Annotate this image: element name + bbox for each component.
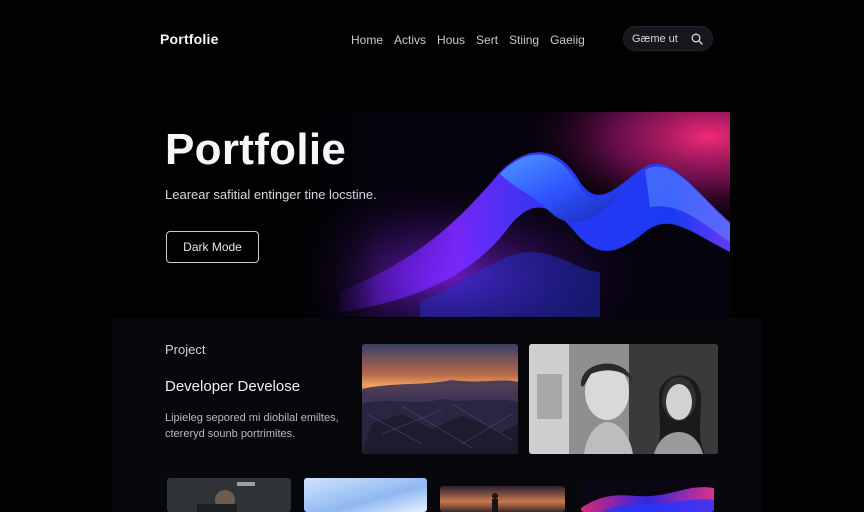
neon-wave-image — [581, 478, 714, 512]
project-card-landscape[interactable] — [362, 344, 518, 454]
project-label: Project — [165, 342, 206, 357]
nav-item-sert[interactable]: Sert — [476, 33, 498, 47]
project-heading: Developer Develose — [165, 378, 301, 395]
abstract-light-image — [304, 478, 427, 512]
nav-item-activs[interactable]: Activs — [394, 33, 426, 47]
nav-item-gaeiig[interactable]: Gaeiig — [550, 33, 585, 47]
main-nav: Home Activs Hous Sert Stiing Gaeiig — [351, 33, 596, 47]
hero-title: Portfolie — [165, 125, 347, 174]
dark-mode-button[interactable]: Dark Mode — [166, 231, 259, 263]
search-box — [623, 26, 713, 51]
hero-subtitle: Learear safitial entinger tine locstine. — [165, 187, 377, 202]
nav-item-home[interactable]: Home — [351, 33, 383, 47]
thumbnail-abstract-light[interactable] — [304, 478, 427, 512]
nav-item-hous[interactable]: Hous — [437, 33, 465, 47]
portfolio-page: Portfolie Home Activs Hous Sert Stiing G… — [0, 0, 864, 512]
workspace-image — [167, 478, 291, 512]
thumbnail-sunset-figure[interactable] — [440, 486, 565, 512]
project-description: Lipieleg sepored mi diobilal emiltes, ct… — [165, 412, 339, 440]
project-card-portraits[interactable] — [529, 344, 718, 454]
search-icon[interactable] — [690, 32, 704, 46]
landscape-image — [362, 344, 518, 454]
sunset-figure-image — [440, 486, 565, 512]
hero-wave-image — [300, 112, 730, 317]
portraits-image — [529, 344, 718, 454]
thumbnail-workspace[interactable] — [167, 478, 291, 512]
nav-item-stiing[interactable]: Stiing — [509, 33, 539, 47]
search-input[interactable] — [632, 32, 690, 45]
thumbnail-neon-wave[interactable] — [581, 478, 714, 512]
site-logo[interactable]: Portfolie — [160, 31, 219, 47]
